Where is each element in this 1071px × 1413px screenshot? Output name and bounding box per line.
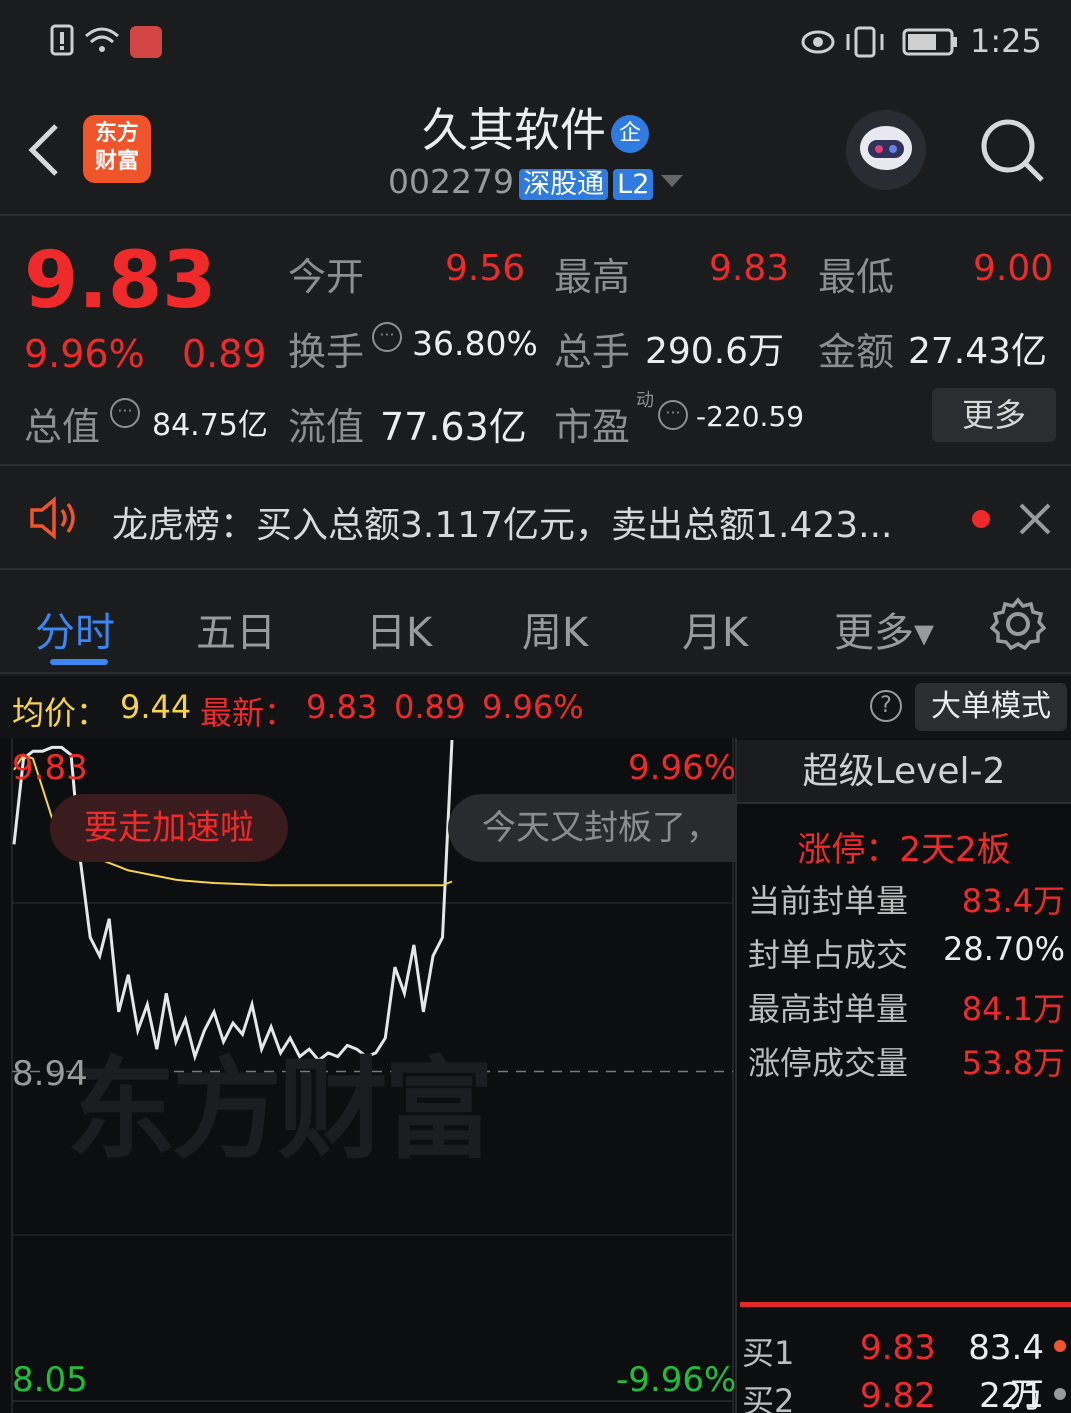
limit-volume-value: 53.8万: [961, 1044, 1065, 1082]
seal-volume-value: 83.4万: [961, 882, 1065, 920]
info-icon[interactable]: ···: [658, 400, 688, 430]
enterprise-badge: 企: [611, 115, 650, 153]
tab-intraday[interactable]: 分时: [35, 600, 115, 658]
chart-watermark: 东方财富: [66, 1046, 494, 1174]
tab-monthly-k[interactable]: 月K: [682, 600, 748, 658]
seal-volume-label: 当前封单量: [748, 882, 909, 920]
tab-weekly-k[interactable]: 周K: [522, 600, 588, 658]
pe-value: -220.59: [696, 400, 805, 433]
tab-active-indicator: [50, 659, 108, 665]
bid2-dot: [1054, 1388, 1066, 1400]
stock-name: 久其软件: [421, 103, 606, 157]
stock-code: 002279: [388, 162, 514, 201]
help-icon[interactable]: ?: [870, 690, 902, 722]
bid1-dot: [1054, 1340, 1066, 1352]
amount-value: 27.43亿: [908, 331, 1048, 372]
news-text[interactable]: 龙虎榜：买入总额3.117亿元，卖出总额1.423...: [112, 496, 892, 548]
latest-percent: 9.96%: [482, 688, 584, 726]
dropdown-caret-icon: [660, 175, 683, 187]
comment-bubble-left[interactable]: 要走加速啦: [50, 794, 288, 862]
high-value: 9.83: [709, 248, 790, 289]
float-cap-label: 流值: [288, 405, 365, 449]
bid2-price: 9.82: [860, 1376, 936, 1413]
change-percent: 9.96%: [24, 332, 145, 376]
big-order-mode-button[interactable]: 大单模式: [915, 683, 1067, 731]
chart-top-price: 9.83: [12, 748, 88, 788]
more-quote-button[interactable]: 更多: [932, 388, 1056, 442]
chart-bottom-percent: -9.96%: [616, 1360, 737, 1400]
open-value: 9.56: [445, 248, 526, 289]
connect-tag: 深股通: [519, 169, 609, 200]
limit-up-label: 涨停：: [797, 830, 900, 870]
latest-value: 9.83: [306, 688, 378, 726]
low-value: 9.00: [973, 248, 1054, 289]
chart-mid-price: 8.94: [12, 1054, 88, 1094]
search-icon[interactable]: [978, 116, 1048, 186]
info-icon[interactable]: ···: [110, 398, 140, 428]
change-amount: 0.89: [182, 332, 267, 376]
comment-bubble-right[interactable]: 今天又封板了，: [448, 794, 735, 862]
status-bar: 1:25: [0, 0, 1071, 84]
seal-ratio-value: 28.70%: [942, 930, 1065, 968]
status-icons-left: [50, 24, 162, 58]
tab-five-day[interactable]: 五日: [196, 600, 276, 658]
max-seal-label: 最高封单量: [748, 990, 909, 1028]
float-cap-value: 77.63亿: [380, 405, 527, 449]
robot-assistant-icon[interactable]: [846, 110, 926, 190]
limit-volume-label: 涨停成交量: [748, 1044, 909, 1082]
market-cap-value: 84.75亿: [152, 408, 268, 443]
tab-daily-k[interactable]: 日K: [366, 600, 432, 658]
chart-top-percent: 9.96%: [628, 748, 737, 788]
last-price: 9.83: [24, 236, 217, 326]
close-icon[interactable]: [1018, 502, 1052, 536]
avg-price-value: 9.44: [120, 688, 192, 726]
bid1-label: 买1: [742, 1334, 795, 1372]
latest-label: 最新：: [200, 694, 297, 732]
max-seal-value: 84.1万: [961, 990, 1065, 1028]
turnover-label: 换手: [288, 330, 365, 374]
level2-title[interactable]: 超级Level-2: [737, 740, 1071, 804]
limit-up-value: 2天2板: [899, 830, 1011, 870]
latest-change: 0.89: [394, 688, 466, 726]
amount-label: 金额: [818, 330, 895, 374]
settings-gear-icon[interactable]: [990, 596, 1046, 652]
price-line: [12, 739, 454, 1063]
status-icons-right: [801, 26, 957, 58]
chart-bottom-price: 8.05: [12, 1360, 88, 1400]
level-tag: L2: [613, 169, 654, 200]
bid2-label: 买2: [742, 1382, 795, 1413]
market-cap-label: 总值: [24, 405, 101, 449]
low-label: 最低: [818, 255, 895, 299]
open-label: 今开: [288, 255, 365, 299]
bid1-price: 9.83: [860, 1328, 936, 1368]
tab-more[interactable]: 更多▾: [834, 600, 934, 658]
turnover-value: 36.80%: [412, 324, 538, 363]
volume-label: 总手: [554, 330, 631, 374]
seal-ratio-label: 封单占成交: [748, 936, 909, 974]
stock-code-row[interactable]: 002279 深股通 L2: [388, 162, 685, 202]
bid2-qty: 221: [979, 1376, 1044, 1413]
info-icon[interactable]: ···: [372, 322, 402, 352]
pe-superscript: 动: [636, 390, 654, 411]
limit-up-status: 涨停：2天2板: [737, 822, 1071, 871]
volume-value: 290.6万: [645, 331, 785, 372]
clock: 1:25: [970, 22, 1042, 60]
unread-dot: [972, 510, 990, 528]
pe-label: 市盈: [554, 405, 631, 449]
bid-ask-divider: [740, 1302, 1071, 1307]
high-label: 最高: [554, 255, 631, 299]
speaker-icon: [30, 496, 75, 540]
avg-price-label: 均价：: [12, 694, 109, 732]
